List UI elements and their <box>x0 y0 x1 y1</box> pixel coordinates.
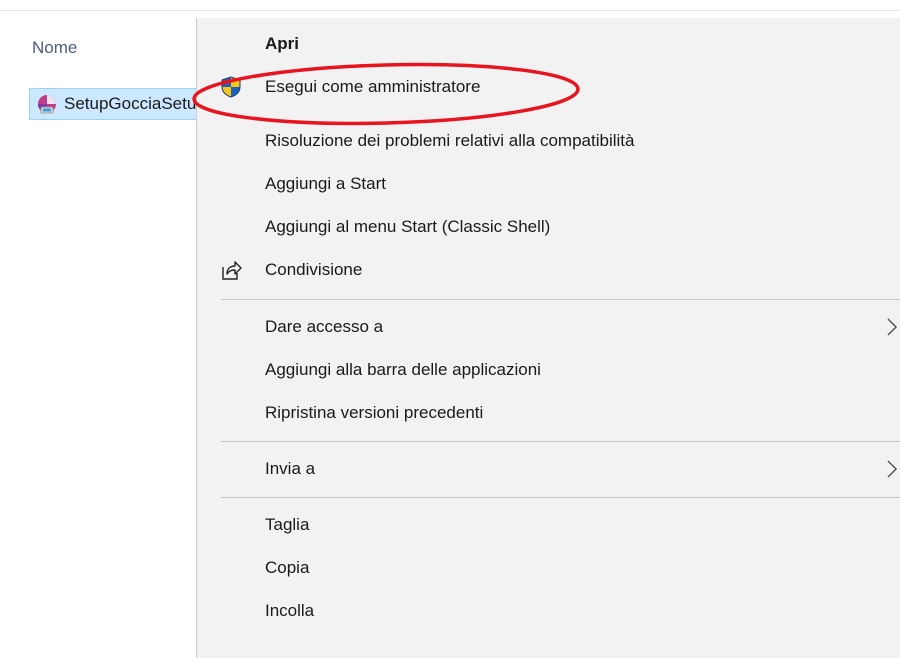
menu-item-pin-start[interactable]: Aggiungi a Start <box>197 166 900 202</box>
share-icon <box>222 261 242 280</box>
file-row-selected[interactable]: SetupGocciaSetup <box>29 88 204 120</box>
menu-item-label: Invia a <box>265 459 316 478</box>
menu-item-label: Aggiungi a Start <box>265 174 386 193</box>
menu-item-label: Dare accesso a <box>265 317 384 336</box>
file-name-label: SetupGocciaSetup <box>64 94 204 113</box>
menu-item-copy[interactable]: Copia <box>197 550 900 586</box>
menu-item-restore-versions[interactable]: Ripristina versioni precedenti <box>197 395 900 431</box>
menu-item-classic-shell[interactable]: Aggiungi al menu Start (Classic Shell) <box>197 209 900 245</box>
menu-item-label: Copia <box>265 558 310 577</box>
menu-item-label: Aggiungi alla barra delle applicazioni <box>265 360 541 379</box>
menu-item-cut[interactable]: Taglia <box>197 507 900 543</box>
menu-separator <box>221 497 900 498</box>
menu-item-label: Esegui come amministratore <box>265 77 481 96</box>
explorer-top-divider <box>0 10 900 11</box>
menu-item-label: Taglia <box>265 515 310 534</box>
column-header-name[interactable]: Nome <box>32 38 77 58</box>
menu-item-label: Incolla <box>265 601 315 620</box>
menu-item-paste[interactable]: Incolla <box>197 593 900 629</box>
menu-item-pin-taskbar[interactable]: Aggiungi alla barra delle applicazioni <box>197 352 900 388</box>
menu-item-run-as-admin[interactable]: Esegui come amministratore <box>197 69 900 105</box>
menu-item-label: Risoluzione dei problemi relativi alla c… <box>265 131 635 150</box>
chevron-right-icon <box>887 460 898 478</box>
context-menu: Apri Esegui come amministratore Risoluzi… <box>196 18 900 658</box>
setup-file-icon <box>38 95 56 114</box>
shield-icon <box>221 76 241 98</box>
menu-separator <box>221 299 900 300</box>
menu-item-apri[interactable]: Apri <box>197 26 900 62</box>
menu-item-share[interactable]: Condivisione <box>197 252 900 288</box>
menu-item-label: Condivisione <box>265 260 363 279</box>
menu-item-label: Ripristina versioni precedenti <box>265 403 484 422</box>
chevron-right-icon <box>887 318 898 336</box>
menu-separator <box>221 441 900 442</box>
menu-item-label: Aggiungi al menu Start (Classic Shell) <box>265 217 551 236</box>
menu-item-send-to[interactable]: Invia a <box>197 451 900 487</box>
menu-item-label: Apri <box>265 34 299 53</box>
menu-item-give-access[interactable]: Dare accesso a <box>197 309 900 345</box>
menu-item-compat-troubleshoot[interactable]: Risoluzione dei problemi relativi alla c… <box>197 123 900 159</box>
